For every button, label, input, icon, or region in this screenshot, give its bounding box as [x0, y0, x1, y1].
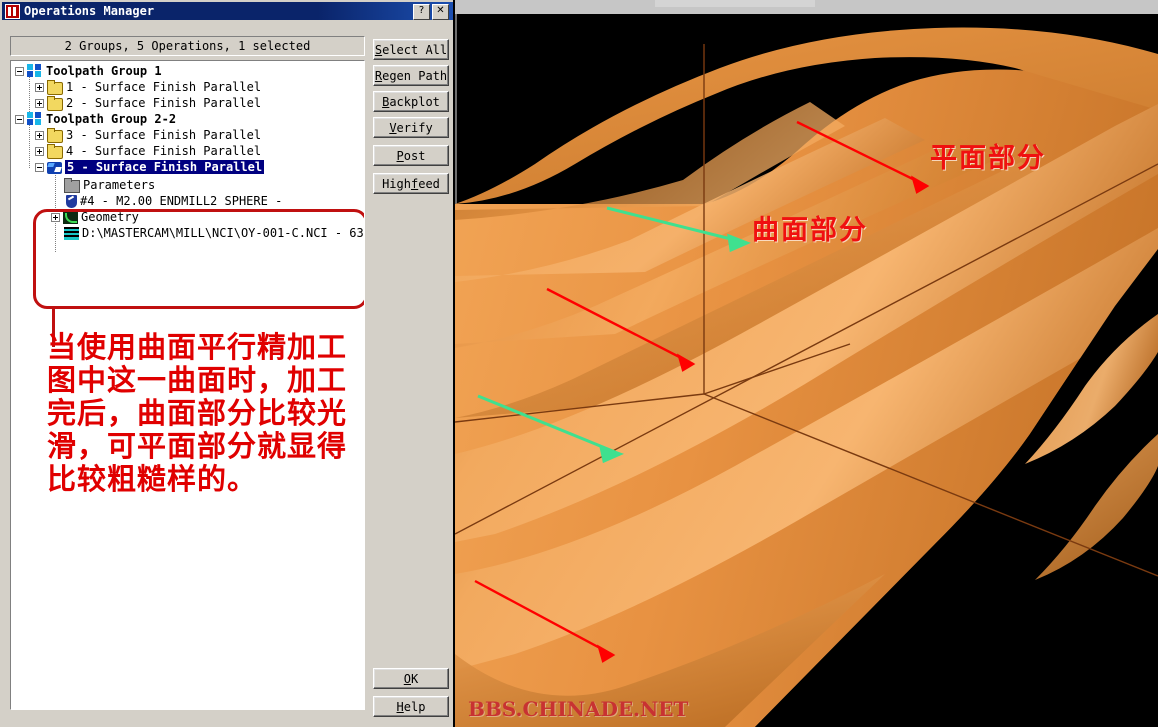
button-label: Help — [397, 700, 426, 714]
highfeed-button[interactable]: Highfeed — [373, 173, 449, 194]
toolpath-icon — [47, 162, 62, 174]
expander-minus-icon[interactable] — [15, 67, 24, 76]
button-label: Highfeed — [382, 177, 440, 191]
tree-row-tool[interactable]: #4 - M2.00 ENDMILL2 SPHERE - — [61, 193, 282, 209]
post-button[interactable]: Post — [373, 145, 449, 166]
help-title-button[interactable]: ? — [413, 4, 430, 20]
tree-row-label: 1 - Surface Finish Parallel — [66, 80, 261, 94]
dialog-title: Operations Manager — [24, 4, 154, 18]
group-icon — [27, 64, 43, 78]
expander-minus-icon[interactable] — [15, 115, 24, 124]
mastercam-icon — [5, 4, 20, 19]
viewport-top-strip-highlight — [655, 0, 815, 7]
3d-viewport[interactable]: 平面部分 曲面部分 — [455, 0, 1158, 727]
tree-row-group-1[interactable]: Toolpath Group 1 — [15, 63, 162, 79]
tree-row-label-selected: 5 - Surface Finish Parallel — [65, 160, 264, 174]
expander-plus-icon[interactable] — [35, 147, 44, 156]
verify-button[interactable]: Verify — [373, 117, 449, 138]
tree-row-geometry[interactable]: Geometry — [51, 209, 139, 225]
tree-row-label: D:\MASTERCAM\MILL\NCI\OY-001-C.NCI - 637… — [82, 226, 365, 240]
nci-file-icon — [64, 227, 79, 240]
folder-icon — [47, 130, 63, 143]
tree-row-op-2[interactable]: 2 - Surface Finish Parallel — [35, 95, 261, 111]
viewport-label-flat-part: 平面部分 — [930, 136, 1046, 175]
chinese-annotation-text: 当使用曲面平行精加工图中这一曲面时，加工完后，曲面部分比较光滑，可平面部分就显得… — [47, 331, 357, 496]
tree-row-op-5[interactable]: 5 - Surface Finish Parallel — [35, 159, 264, 175]
tree-row-label: 2 - Surface Finish Parallel — [66, 96, 261, 110]
tree-row-label: 3 - Surface Finish Parallel — [66, 128, 261, 142]
tree-row-op-3[interactable]: 3 - Surface Finish Parallel — [35, 127, 261, 143]
regen-path-button[interactable]: Regen Path — [373, 65, 449, 86]
machined-surface-model — [455, 14, 1158, 727]
tree-connector — [29, 125, 30, 169]
button-label: Select All — [375, 43, 447, 57]
group-icon — [27, 112, 43, 126]
viewport-top-strip — [455, 0, 1158, 14]
tree-row-op-1[interactable]: 1 - Surface Finish Parallel — [35, 79, 261, 95]
close-icon[interactable]: ✕ — [432, 4, 449, 20]
tree-row-nci-file[interactable]: D:\MASTERCAM\MILL\NCI\OY-001-C.NCI - 637… — [61, 225, 365, 241]
tree-row-group-2[interactable]: Toolpath Group 2-2 — [15, 111, 176, 127]
expander-plus-icon[interactable] — [35, 83, 44, 92]
tree-row-label: 4 - Surface Finish Parallel — [66, 144, 261, 158]
expander-minus-icon[interactable] — [35, 163, 44, 172]
expander-plus-icon[interactable] — [51, 213, 60, 222]
forum-watermark: BBS.CHINADE.NET — [468, 697, 688, 721]
dialog-title-bar[interactable]: Operations Manager ? ✕ — [2, 2, 453, 20]
geometry-icon — [63, 211, 78, 224]
operations-manager-dialog: Operations Manager ? ✕ 2 Groups, 5 Opera… — [0, 0, 455, 727]
button-label: Backplot — [382, 95, 440, 109]
tree-row-label: Toolpath Group 2-2 — [46, 112, 176, 126]
button-label: Post — [397, 149, 426, 163]
folder-icon — [47, 146, 63, 159]
viewport-label-surface-part: 曲面部分 — [752, 208, 868, 247]
expander-plus-icon[interactable] — [35, 99, 44, 108]
button-label: Verify — [389, 121, 432, 135]
tool-icon — [66, 195, 77, 208]
help-button[interactable]: Help — [373, 696, 449, 717]
select-all-button[interactable]: Select All — [373, 39, 449, 60]
backplot-button[interactable]: Backplot — [373, 91, 449, 112]
tree-row-label: Parameters — [83, 178, 155, 192]
button-label: Regen Path — [375, 69, 447, 83]
tree-row-label: Geometry — [81, 210, 139, 224]
tree-row-label: #4 - M2.00 ENDMILL2 SPHERE - — [80, 194, 282, 208]
tree-row-op-4[interactable]: 4 - Surface Finish Parallel — [35, 143, 261, 159]
folder-icon — [47, 98, 63, 111]
status-summary: 2 Groups, 5 Operations, 1 selected — [10, 36, 365, 56]
expander-plus-icon[interactable] — [35, 131, 44, 140]
folder-icon — [47, 82, 63, 95]
parameters-icon — [64, 180, 80, 193]
ok-button[interactable]: OK — [373, 668, 449, 689]
tree-row-parameters[interactable]: Parameters — [61, 177, 155, 193]
button-label: OK — [404, 672, 418, 686]
tree-row-label: Toolpath Group 1 — [46, 64, 162, 78]
screen: 平面部分 曲面部分 BBS.CHINADE.NET Operations Man… — [0, 0, 1158, 727]
operations-tree[interactable]: Toolpath Group 1 1 - Surface Finish Para… — [10, 60, 365, 710]
